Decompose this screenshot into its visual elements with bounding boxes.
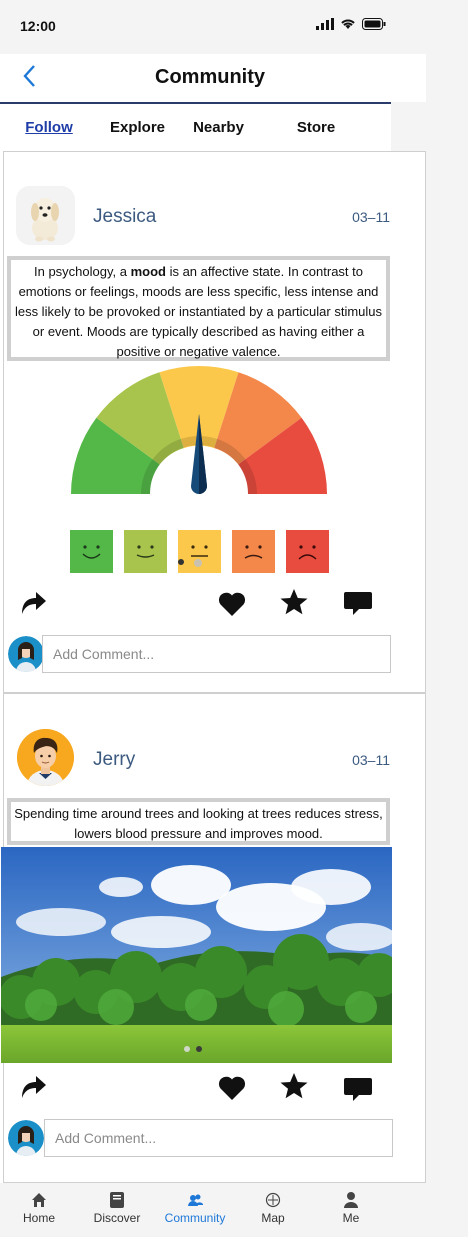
tab-follow[interactable]: Follow (0, 104, 98, 150)
post-text-bold: mood (130, 264, 166, 279)
home-icon (32, 1193, 46, 1207)
bottom-nav: Home Discover Community Map Me (0, 1183, 391, 1237)
post-text: In psychology, a mood is an affective st… (7, 256, 390, 361)
comment-input[interactable] (44, 1119, 393, 1157)
avatar[interactable] (16, 186, 75, 245)
post-actions (4, 1068, 395, 1108)
heart-icon[interactable] (217, 1073, 247, 1103)
post-card: Jessica 03–11 In psychology, a mood is a… (3, 151, 426, 693)
book-icon (110, 1192, 124, 1208)
nav-community[interactable]: Community (156, 1183, 234, 1237)
star-icon[interactable] (279, 1071, 309, 1101)
heart-icon[interactable] (217, 589, 247, 619)
nav-discover[interactable]: Discover (78, 1183, 156, 1237)
nav-label: Home (22, 1211, 55, 1225)
nav-label: Community (164, 1211, 226, 1225)
people-icon (188, 1194, 203, 1206)
forest-landscape-image[interactable] (1, 847, 392, 1063)
comment-row (4, 1119, 395, 1159)
mood-gauge-image[interactable] (64, 364, 334, 524)
comment-row (4, 635, 395, 675)
tab-bar: Follow Explore Nearby Store (0, 104, 391, 150)
post-date: 03–11 (352, 209, 390, 225)
sad-face-icon[interactable] (232, 530, 275, 573)
nav-label: Discover (93, 1211, 141, 1225)
nav-label: Me (342, 1211, 360, 1225)
post-text: Spending time around trees and looking a… (7, 798, 390, 845)
user-avatar-icon (8, 1120, 44, 1156)
happy-face-icon[interactable] (70, 530, 113, 573)
wifi-icon (341, 19, 355, 29)
dog-avatar-icon (16, 186, 75, 245)
compass-icon (265, 1192, 281, 1208)
signal-icon (316, 18, 334, 30)
post-actions (4, 585, 395, 625)
neutral-face-icon[interactable] (178, 530, 221, 573)
comment-icon[interactable] (343, 1074, 373, 1104)
page-title: Community (155, 66, 265, 88)
share-icon[interactable] (18, 588, 48, 618)
nav-map[interactable]: Map (234, 1183, 312, 1237)
man-avatar-icon (17, 729, 74, 786)
post-date: 03–11 (352, 752, 390, 768)
tab-explore[interactable]: Explore (98, 104, 177, 150)
status-time: 12:00 (20, 18, 56, 34)
nav-home[interactable]: Home (0, 1183, 78, 1237)
mood-face-row (70, 530, 329, 573)
nav-me[interactable]: Me (312, 1183, 390, 1237)
star-icon[interactable] (279, 587, 309, 617)
angry-face-icon[interactable] (286, 530, 329, 573)
status-icons (316, 18, 386, 30)
comment-icon[interactable] (343, 588, 373, 618)
avatar[interactable] (8, 1120, 44, 1156)
avatar[interactable] (8, 636, 44, 672)
avatar[interactable] (17, 729, 74, 786)
content-face-icon[interactable] (124, 530, 167, 573)
battery-icon (362, 18, 386, 30)
post-username[interactable]: Jerry (93, 749, 135, 771)
tab-store[interactable]: Store (260, 104, 372, 150)
comment-input[interactable] (42, 635, 391, 673)
tab-nearby[interactable]: Nearby (177, 104, 260, 150)
post-card: Jerry 03–11 Spending time around trees a… (1, 693, 426, 1183)
status-bar: 12:00 (0, 0, 404, 54)
post-text-part: In psychology, a (33, 264, 131, 279)
header-bar: Community (0, 54, 426, 102)
person-icon (344, 1192, 358, 1208)
post-username[interactable]: Jessica (93, 206, 156, 228)
nav-label: Map (261, 1211, 285, 1225)
share-icon[interactable] (18, 1072, 48, 1102)
user-avatar-icon (8, 636, 44, 672)
